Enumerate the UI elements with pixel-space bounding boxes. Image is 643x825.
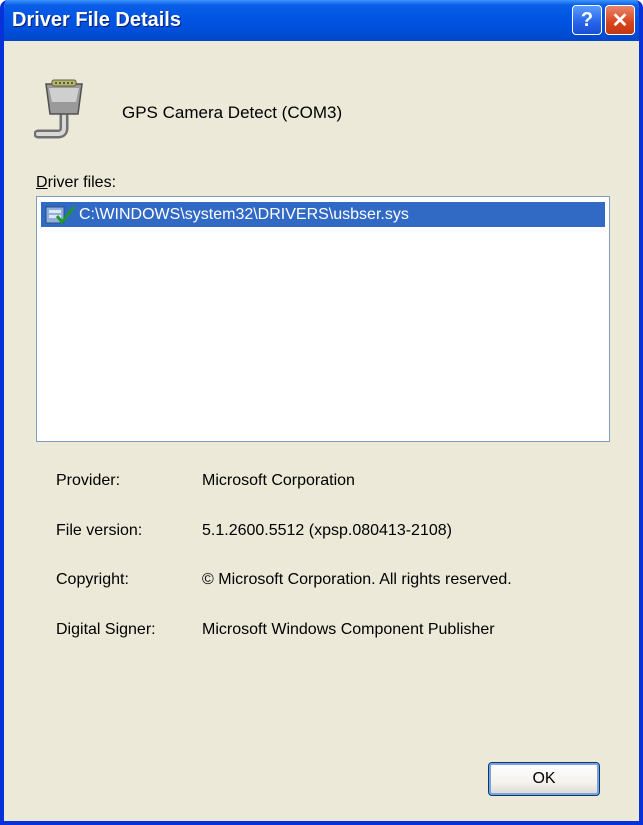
question-mark-icon: ? <box>580 8 594 31</box>
driver-file-path: C:\WINDOWS\system32\DRIVERS\usbser.sys <box>79 205 409 223</box>
copyright-value: © Microsoft Corporation. All rights rese… <box>202 571 512 588</box>
title-bar[interactable]: Driver File Details ? ✕ <box>4 0 639 41</box>
close-button[interactable]: ✕ <box>605 5 635 35</box>
window-title: Driver File Details <box>12 9 181 31</box>
driver-file-details-dialog: Driver File Details ? ✕ GPS Camera Detec… <box>0 0 643 825</box>
provider-label: Provider: <box>56 472 121 489</box>
signed-file-icon <box>45 205 76 224</box>
driver-files-label: Driver files: <box>36 174 117 191</box>
device-name: GPS Camera Detect (COM3) <box>122 103 343 122</box>
list-item[interactable]: C:\WINDOWS\system32\DRIVERS\usbser.sys <box>41 202 605 227</box>
serial-port-icon <box>34 79 83 139</box>
copyright-label: Copyright: <box>56 571 129 588</box>
file-version-label: File version: <box>56 522 143 539</box>
provider-value: Microsoft Corporation <box>202 472 355 489</box>
ok-button[interactable]: OK <box>488 762 600 796</box>
digital-signer-value: Microsoft Windows Component Publisher <box>202 621 495 638</box>
driver-files-list[interactable]: C:\WINDOWS\system32\DRIVERS\usbser.sys <box>36 196 610 442</box>
help-button[interactable]: ? <box>572 5 602 35</box>
file-version-value: 5.1.2600.5512 (xpsp.080413-2108) <box>202 522 452 539</box>
close-icon: ✕ <box>611 9 629 32</box>
digital-signer-label: Digital Signer: <box>56 621 156 638</box>
